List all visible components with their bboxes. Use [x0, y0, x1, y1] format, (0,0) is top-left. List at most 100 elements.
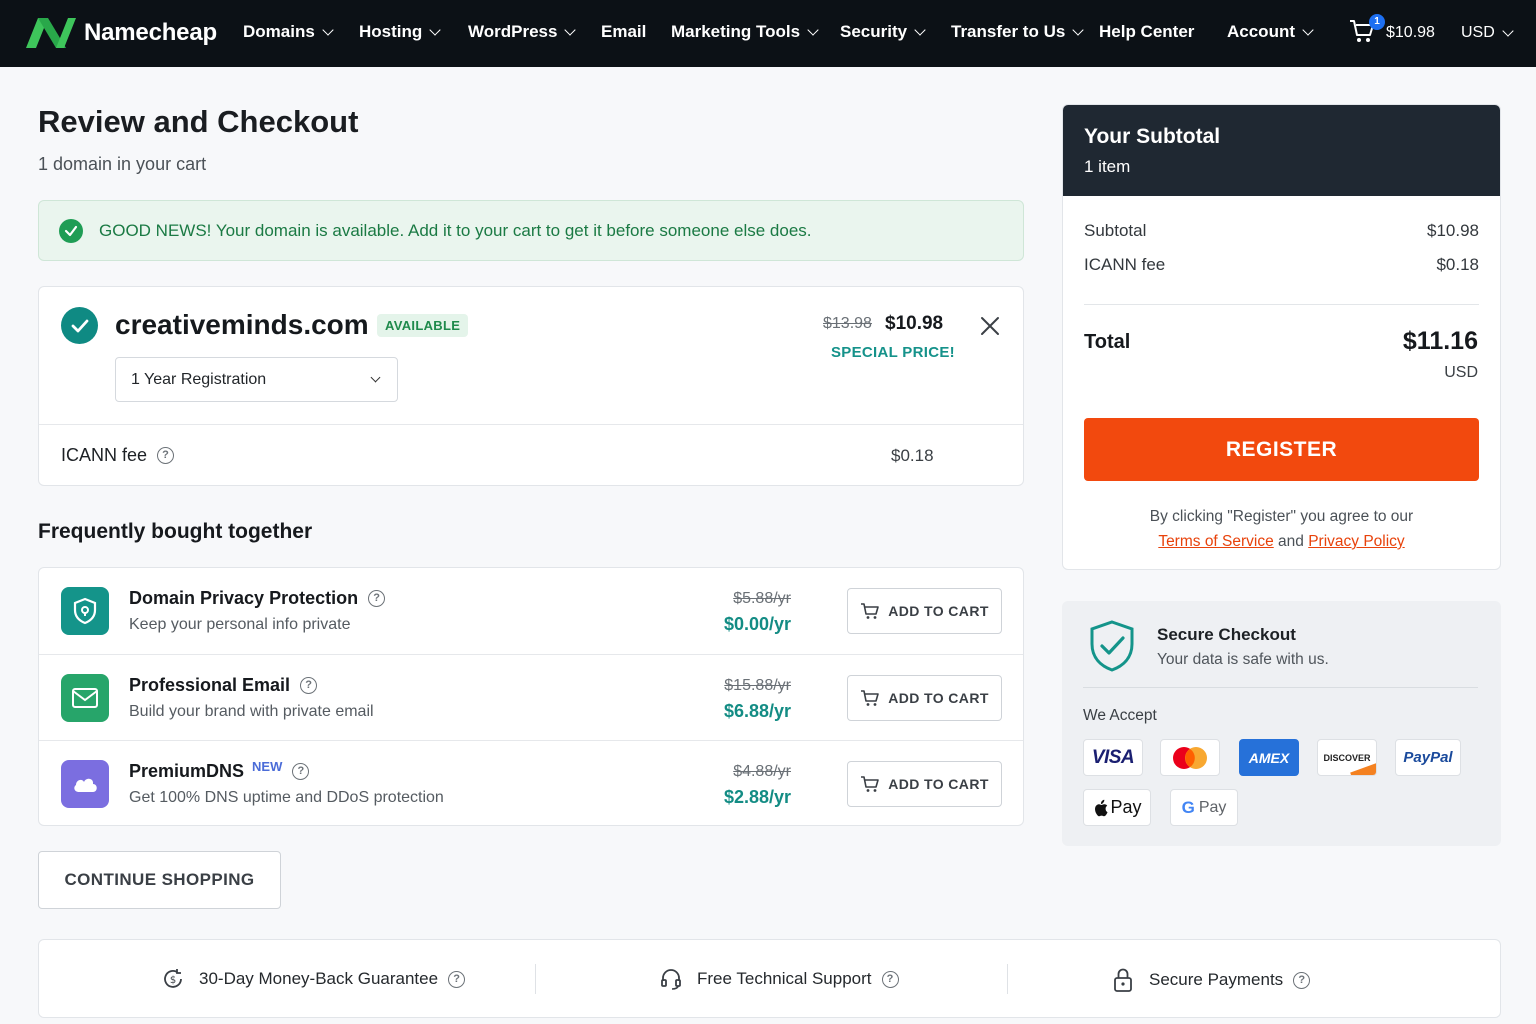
amex-text: AMEX: [1248, 749, 1290, 766]
page-subtitle: 1 domain in your cart: [38, 154, 207, 174]
add-to-cart-button[interactable]: ADD TO CART: [847, 675, 1002, 721]
nav-wordpress[interactable]: WordPress: [468, 22, 577, 42]
alert-body: Your domain is available. Add it to your…: [211, 220, 812, 240]
top-navbar: Namecheap Domains Hosting WordPress Emai…: [0, 0, 1536, 67]
help-icon[interactable]: ?: [292, 763, 310, 780]
divider: [1084, 304, 1479, 305]
nav-account[interactable]: Account: [1227, 22, 1314, 42]
terms-text: By clicking "Register" you agree to our: [1149, 508, 1414, 525]
svg-text:$: $: [170, 975, 176, 986]
currency-selector[interactable]: USD: [1461, 24, 1514, 42]
fbt-price: $0.00/yr: [723, 614, 791, 634]
domain-name: creativeminds.com: [115, 309, 369, 340]
alert-text: GOOD NEWS! Your domain is available. Add…: [99, 221, 812, 241]
help-icon[interactable]: ?: [881, 970, 899, 988]
nav-help-center[interactable]: Help Center: [1099, 22, 1194, 42]
total-currency: USD: [1444, 364, 1478, 381]
secure-title: Secure Checkout: [1157, 625, 1296, 644]
cart-total[interactable]: $10.98: [1386, 24, 1435, 42]
google-g-icon: G: [1181, 797, 1195, 817]
shield-icon: [61, 587, 109, 635]
icann-value: $0.18: [1436, 255, 1479, 274]
cart-icon: [861, 603, 880, 619]
help-icon[interactable]: ?: [368, 590, 386, 607]
registration-term-select[interactable]: 1 Year Registration: [115, 357, 398, 402]
availability-alert: GOOD NEWS! Your domain is available. Add…: [38, 200, 1024, 261]
icann-fee-label: ICANN fee ?: [61, 445, 175, 466]
privacy-link[interactable]: Privacy Policy: [1308, 533, 1404, 550]
nav-label: Transfer to Us: [951, 22, 1066, 41]
remove-icon[interactable]: [979, 315, 1001, 337]
icann-row: ICANN fee $0.18: [1084, 255, 1479, 275]
nav-transfer[interactable]: Transfer to Us: [951, 22, 1084, 42]
cart-icon: [861, 776, 880, 792]
visa-text: VISA: [1091, 746, 1135, 768]
chevron-down-icon: [1502, 24, 1514, 37]
chevron-down-icon: [370, 372, 381, 383]
guarantee-money-back: $ 30-Day Money-Back Guarantee?: [161, 967, 466, 991]
nav-label: Email: [601, 22, 647, 41]
headset-icon: [661, 969, 681, 990]
nav-label: Help Center: [1099, 22, 1195, 41]
subtotal-row: Subtotal $10.98: [1084, 221, 1479, 241]
add-to-cart-button[interactable]: ADD TO CART: [847, 588, 1002, 634]
add-to-cart-label: ADD TO CART: [888, 776, 989, 792]
cart-button[interactable]: 1: [1349, 14, 1385, 48]
page-title: Review and Checkout: [38, 104, 359, 139]
lock-icon: [1114, 968, 1132, 992]
help-icon[interactable]: ?: [448, 970, 466, 988]
chevron-down-icon: [564, 23, 577, 36]
help-icon[interactable]: ?: [1293, 971, 1311, 989]
help-icon[interactable]: ?: [300, 677, 318, 694]
list-item: PremiumDNS NEW? Get 100% DNS uptime and D…: [39, 740, 1023, 826]
subtotal-value: $10.98: [1427, 221, 1479, 240]
nav-marketing-tools[interactable]: Marketing Tools: [671, 22, 819, 42]
divider: [1083, 687, 1478, 688]
guarantee-support: Free Technical Support?: [659, 967, 899, 991]
chevron-down-icon: [1302, 23, 1314, 36]
brand[interactable]: Namecheap: [24, 16, 217, 50]
total-value: $11.16: [1402, 327, 1478, 355]
add-to-cart-label: ADD TO CART: [888, 690, 989, 706]
nav-hosting[interactable]: Hosting: [359, 22, 441, 42]
domain-card: creativeminds.com AVAILABLE 1 Year Regis…: [38, 286, 1024, 486]
discover-logo: DISCOVER: [1317, 739, 1377, 776]
discover-stripe: [1350, 762, 1376, 775]
fbt-price: $2.88/yr: [723, 787, 791, 807]
chevron-down-icon: [807, 23, 819, 36]
chevron-down-icon: [429, 23, 441, 36]
fbt-item-desc: Build your brand with private email: [129, 703, 374, 720]
guarantee-label: 30-Day Money-Back Guarantee: [199, 969, 439, 988]
terms-notice: By clicking "Register" you agree to our …: [1084, 504, 1479, 554]
amex-logo: AMEX: [1239, 739, 1299, 776]
register-button[interactable]: REGISTER: [1084, 418, 1479, 481]
discover-text: DISCOVER: [1323, 752, 1371, 763]
terms-link[interactable]: Terms of Service: [1158, 533, 1273, 550]
icann-label: ICANN fee: [1084, 255, 1166, 274]
fbt-list: Domain Privacy Protection? Keep your per…: [38, 567, 1024, 826]
nav-security[interactable]: Security: [840, 22, 926, 42]
add-to-cart-label: ADD TO CART: [888, 603, 989, 619]
new-tag: NEW: [252, 759, 283, 774]
nav-label: Marketing Tools: [671, 22, 801, 41]
nav-email[interactable]: Email: [601, 22, 646, 42]
nav-label: WordPress: [468, 22, 558, 41]
list-item: Domain Privacy Protection? Keep your per…: [39, 568, 1023, 654]
continue-shopping-button[interactable]: CONTINUE SHOPPING: [38, 851, 281, 909]
add-to-cart-button[interactable]: ADD TO CART: [847, 761, 1002, 807]
cart-count-badge: 1: [1369, 14, 1385, 30]
nav-domains[interactable]: Domains: [243, 22, 334, 42]
alert-strong: GOOD NEWS!: [99, 220, 212, 240]
nav-label: Security: [840, 22, 908, 41]
fbt-item-name: Domain Privacy Protection?: [129, 588, 386, 609]
help-icon[interactable]: ?: [157, 447, 175, 464]
divider: [535, 964, 536, 994]
special-price-label: SPECIAL PRICE!: [831, 344, 955, 361]
guarantee-label: Secure Payments: [1149, 970, 1284, 989]
icann-label-text: ICANN fee: [61, 445, 148, 465]
item-name-text: PremiumDNS: [129, 761, 245, 781]
guarantee-label: Free Technical Support: [697, 969, 872, 988]
icann-fee-value: $0.18: [891, 446, 934, 465]
apple-icon: [1095, 799, 1108, 816]
guarantee-bar: $ 30-Day Money-Back Guarantee? Free Tech…: [38, 939, 1501, 1018]
